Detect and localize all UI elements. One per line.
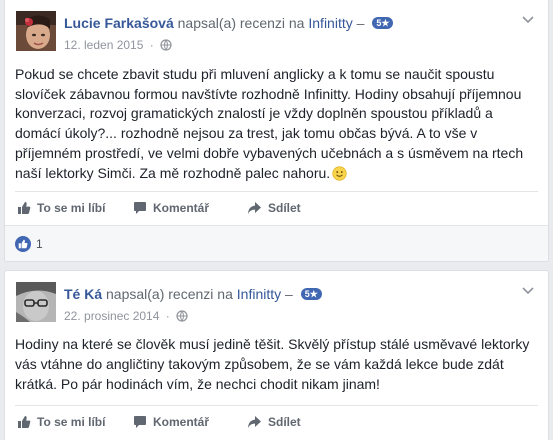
rating-badge: 5★ bbox=[300, 288, 322, 300]
separator: – bbox=[285, 286, 293, 302]
post-meta: 22. prosinec 2014 · bbox=[64, 308, 188, 324]
separator: – bbox=[356, 15, 365, 31]
review-body: Pokud se chcete zbavit studu při mluvení… bbox=[15, 65, 532, 183]
post-date[interactable]: 22. prosinec 2014 bbox=[64, 309, 159, 323]
review-header: Lucie Farkašová napsal(a) recenzi na Inf… bbox=[5, 0, 548, 60]
chevron-down-icon[interactable] bbox=[522, 16, 534, 24]
like-label: To se mi líbí bbox=[37, 414, 106, 429]
comment-button[interactable]: Komentář bbox=[133, 407, 247, 437]
review-body: Hodiny na které se člověk musí jedině tě… bbox=[15, 334, 532, 394]
like-button[interactable]: To se mi líbí bbox=[17, 407, 133, 437]
action-text: napsal(a) recenzi na bbox=[106, 286, 233, 302]
page-link[interactable]: Infinitty bbox=[237, 286, 281, 302]
thumbs-up-icon bbox=[18, 415, 31, 428]
review-text: Pokud se chcete zbavit studu při mluvení… bbox=[15, 66, 524, 181]
comment-label: Komentář bbox=[153, 200, 210, 215]
action-bar: To se mi líbí Komentář Sdílet bbox=[15, 191, 538, 223]
review-card: Lucie Farkašová napsal(a) recenzi na Inf… bbox=[4, 0, 549, 262]
avatar[interactable] bbox=[16, 11, 56, 51]
author-name[interactable]: Lucie Farkašová bbox=[64, 15, 174, 31]
rating-badge: 5★ bbox=[372, 17, 394, 29]
thumbs-up-icon bbox=[18, 201, 31, 214]
reactions-bar[interactable]: 1 bbox=[5, 225, 548, 261]
comment-icon bbox=[134, 201, 146, 214]
share-button[interactable]: Sdílet bbox=[247, 193, 347, 223]
share-label: Sdílet bbox=[268, 414, 301, 429]
smiley-emoji-icon bbox=[332, 165, 347, 181]
like-count[interactable]: 1 bbox=[36, 237, 43, 251]
author-line: Té Ká napsal(a) recenzi na Infinitty – 5… bbox=[64, 285, 322, 303]
share-arrow-icon bbox=[248, 201, 261, 214]
author-line: Lucie Farkašová napsal(a) recenzi na Inf… bbox=[64, 14, 394, 32]
post-meta: 12. leden 2015 · bbox=[64, 37, 172, 53]
comment-button[interactable]: Komentář bbox=[133, 193, 247, 223]
like-reaction-icon bbox=[15, 236, 31, 252]
chevron-down-icon[interactable] bbox=[522, 287, 534, 295]
meta-dot: · bbox=[149, 38, 154, 52]
page-link[interactable]: Infinitty bbox=[308, 15, 352, 31]
meta-dot: · bbox=[165, 309, 170, 323]
comment-icon bbox=[134, 415, 146, 428]
avatar[interactable] bbox=[16, 282, 56, 322]
comment-label: Komentář bbox=[153, 414, 210, 429]
author-name[interactable]: Té Ká bbox=[64, 286, 102, 302]
like-button[interactable]: To se mi líbí bbox=[17, 193, 133, 223]
review-header: Té Ká napsal(a) recenzi na Infinitty – 5… bbox=[5, 271, 548, 331]
globe-icon bbox=[160, 39, 172, 51]
post-date[interactable]: 12. leden 2015 bbox=[64, 38, 143, 52]
action-text: napsal(a) recenzi na bbox=[177, 15, 305, 31]
globe-icon bbox=[176, 310, 188, 322]
share-label: Sdílet bbox=[268, 200, 301, 215]
like-label: To se mi líbí bbox=[37, 200, 106, 215]
review-card: Té Ká napsal(a) recenzi na Infinitty – 5… bbox=[4, 270, 549, 440]
share-button[interactable]: Sdílet bbox=[247, 407, 347, 437]
review-text: Hodiny na které se člověk musí jedině tě… bbox=[15, 336, 530, 392]
action-bar: To se mi líbí Komentář Sdílet bbox=[15, 405, 538, 437]
share-arrow-icon bbox=[248, 415, 261, 428]
